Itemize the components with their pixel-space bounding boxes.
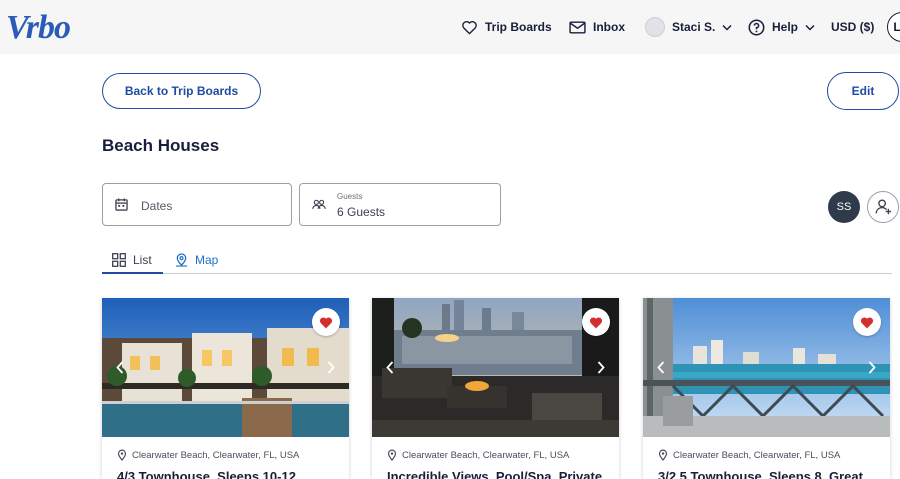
trip-boards-label: Trip Boards bbox=[485, 20, 552, 34]
tab-map[interactable]: Map bbox=[175, 247, 218, 273]
active-tab-indicator bbox=[102, 272, 163, 274]
top-navigation-bar: Vrbo Trip Boards Inbox Staci S. Help USD… bbox=[0, 0, 900, 54]
chevron-right-icon bbox=[327, 360, 335, 374]
edit-board-button[interactable]: Edit bbox=[827, 72, 899, 110]
vrbo-logo[interactable]: Vrbo bbox=[6, 6, 106, 46]
listing-card[interactable]: Clearwater Beach, Clearwater, FL, USA In… bbox=[372, 298, 619, 479]
listing-location-text: Clearwater Beach, Clearwater, FL, USA bbox=[132, 449, 300, 461]
heart-filled-icon bbox=[589, 316, 603, 328]
guests-label: Guests bbox=[337, 192, 363, 201]
listing-photo[interactable] bbox=[372, 298, 619, 437]
listing-title[interactable]: 4/3 Townhouse, Sleeps 10-12, bbox=[117, 469, 300, 479]
chevron-right-icon bbox=[597, 360, 605, 374]
chevron-left-icon bbox=[386, 360, 394, 374]
invite-member-button[interactable] bbox=[867, 191, 899, 223]
heart-filled-icon bbox=[319, 316, 333, 328]
tabs-divider bbox=[102, 273, 892, 274]
listing-card[interactable]: Clearwater Beach, Clearwater, FL, USA 4/… bbox=[102, 298, 349, 479]
previous-photo-button[interactable] bbox=[653, 357, 669, 377]
listing-location-text: Clearwater Beach, Clearwater, FL, USA bbox=[402, 449, 570, 461]
back-to-trip-boards-button[interactable]: Back to Trip Boards bbox=[102, 73, 261, 109]
next-photo-button[interactable] bbox=[593, 357, 609, 377]
currency-label: USD ($) bbox=[831, 20, 875, 34]
map-pin-icon bbox=[175, 253, 188, 267]
listing-title[interactable]: Incredible Views, Pool/Spa, Private bbox=[387, 469, 602, 479]
tab-map-label: Map bbox=[195, 253, 219, 267]
favorite-button[interactable] bbox=[853, 308, 881, 336]
user-avatar-icon bbox=[645, 17, 665, 37]
location-pin-icon bbox=[658, 449, 668, 461]
dates-field[interactable]: Dates bbox=[102, 183, 292, 226]
chevron-left-icon bbox=[657, 360, 665, 374]
favorite-button[interactable] bbox=[312, 308, 340, 336]
help-label: Help bbox=[772, 20, 799, 34]
add-person-icon bbox=[875, 199, 892, 215]
guests-icon bbox=[312, 199, 326, 209]
heart-filled-icon bbox=[860, 316, 874, 328]
svg-text:Vrbo: Vrbo bbox=[6, 9, 70, 46]
account-name: Staci S. bbox=[672, 20, 716, 34]
guests-field[interactable]: Guests 6 Guests bbox=[299, 183, 501, 226]
listing-location: Clearwater Beach, Clearwater, FL, USA bbox=[387, 449, 569, 461]
listing-location: Clearwater Beach, Clearwater, FL, USA bbox=[117, 449, 299, 461]
location-pin-icon bbox=[117, 449, 127, 461]
member-initials: SS bbox=[836, 201, 852, 213]
currency-selector[interactable]: USD ($) bbox=[831, 15, 874, 39]
member-avatar[interactable]: SS bbox=[828, 191, 860, 223]
favorite-button[interactable] bbox=[582, 308, 610, 336]
help-menu[interactable]: Help bbox=[748, 15, 815, 39]
chevron-down-icon bbox=[805, 24, 815, 31]
previous-photo-button[interactable] bbox=[112, 357, 128, 377]
grid-icon bbox=[112, 253, 126, 267]
listing-photo[interactable] bbox=[102, 298, 349, 437]
page-title: Beach Houses bbox=[102, 136, 220, 155]
chevron-down-icon bbox=[722, 24, 732, 31]
inbox-link[interactable]: Inbox bbox=[569, 15, 625, 39]
guests-value: 6 Guests bbox=[337, 205, 386, 219]
listing-title[interactable]: 3/2.5 Townhouse, Sleeps 8, Great bbox=[658, 469, 863, 479]
account-menu[interactable]: Staci S. bbox=[645, 15, 732, 39]
previous-photo-button[interactable] bbox=[382, 357, 398, 377]
chevron-right-icon bbox=[868, 360, 876, 374]
tab-list[interactable]: List bbox=[112, 247, 152, 273]
location-pin-icon bbox=[387, 449, 397, 461]
calendar-icon bbox=[115, 198, 128, 211]
listing-card[interactable]: Clearwater Beach, Clearwater, FL, USA 3/… bbox=[643, 298, 890, 479]
listing-location: Clearwater Beach, Clearwater, FL, USA bbox=[658, 449, 840, 461]
heart-outline-icon bbox=[462, 20, 477, 34]
login-button[interactable]: L bbox=[887, 12, 900, 42]
next-photo-button[interactable] bbox=[323, 357, 339, 377]
next-photo-button[interactable] bbox=[864, 357, 880, 377]
chevron-left-icon bbox=[116, 360, 124, 374]
trip-boards-link[interactable]: Trip Boards bbox=[461, 15, 552, 39]
dates-placeholder: Dates bbox=[141, 199, 173, 213]
inbox-label: Inbox bbox=[593, 20, 625, 34]
login-initial: L bbox=[893, 20, 900, 34]
envelope-icon bbox=[569, 20, 586, 34]
help-circle-icon bbox=[748, 19, 765, 35]
listing-photo[interactable] bbox=[643, 298, 890, 437]
listing-location-text: Clearwater Beach, Clearwater, FL, USA bbox=[673, 449, 841, 461]
tab-list-label: List bbox=[133, 253, 152, 267]
